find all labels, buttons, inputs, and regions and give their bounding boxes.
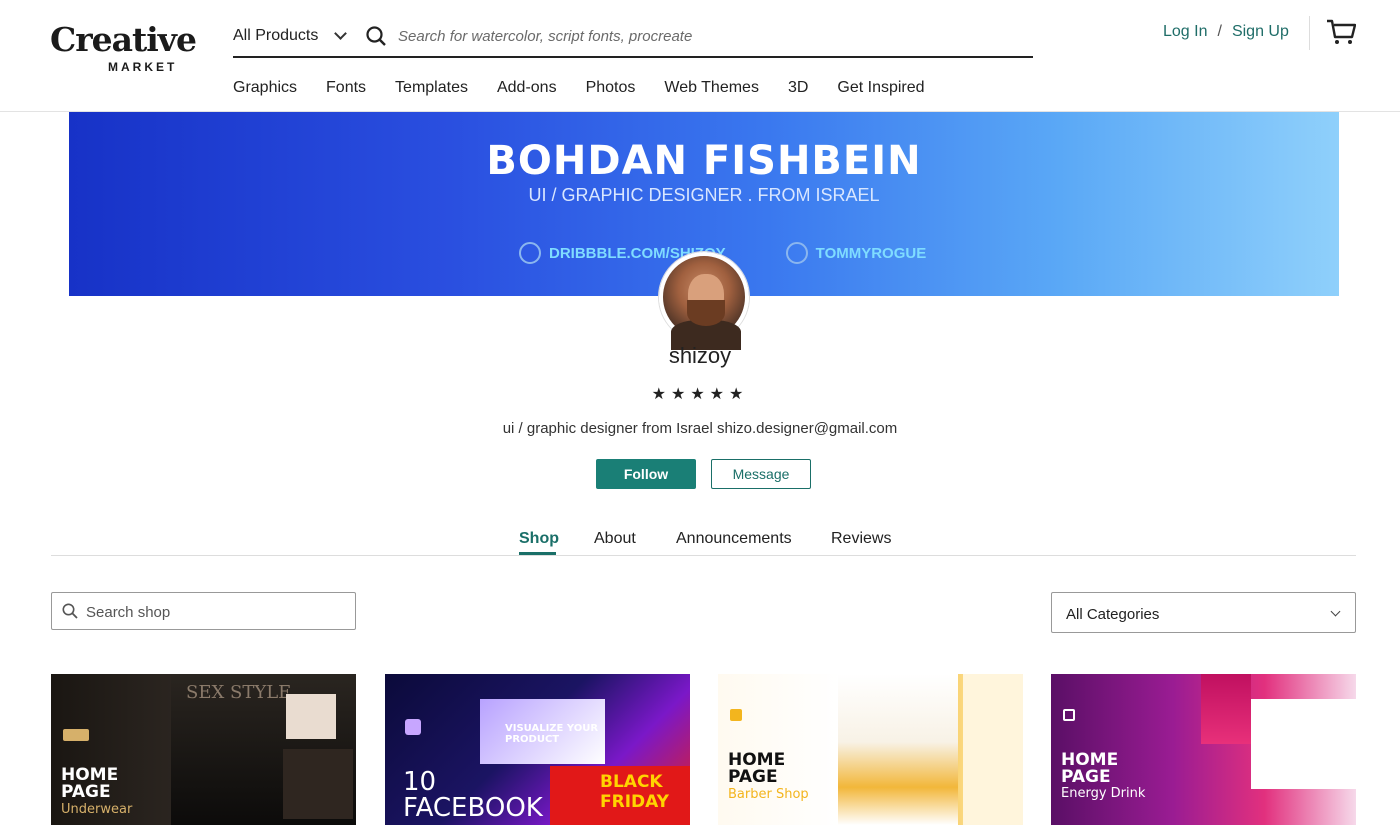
nav-item-templates[interactable]: Templates [395, 79, 468, 97]
global-search-input[interactable] [398, 24, 998, 48]
nav-item-3d[interactable]: 3D [788, 79, 808, 97]
nav-item-get-inspired[interactable]: Get Inspired [837, 79, 924, 97]
logo-wordmark: Creative [50, 20, 197, 59]
message-button[interactable]: Message [711, 459, 811, 489]
product-subtitle: Underwear [61, 802, 133, 817]
product-subtitle: Energy Drink [1061, 786, 1146, 801]
chevron-down-icon [1330, 606, 1341, 617]
product-subtitle: Barber Shop [728, 787, 809, 802]
product-card[interactable]: HOME PAGE Energy Drink [1051, 674, 1356, 825]
product-type-select[interactable]: All Products [233, 26, 348, 46]
banner-subtitle: UI / GRAPHIC DESIGNER . FROM ISRAEL [528, 185, 880, 205]
category-select[interactable]: All Categories [1051, 592, 1356, 633]
follow-button[interactable]: Follow [596, 459, 696, 489]
elementor-icon [730, 709, 742, 721]
search-icon [62, 603, 78, 619]
nav-item-photos[interactable]: Photos [586, 79, 636, 97]
product-card[interactable]: VISUALIZE YOUR PRODUCT 10 FACEBOOK BLACK … [385, 674, 690, 825]
nav-item-graphics[interactable]: Graphics [233, 79, 297, 97]
chevron-down-icon [334, 27, 348, 40]
global-search-bar: All Products [233, 14, 1033, 58]
elementor-photoshop-icon [63, 729, 89, 741]
auth-links: Log In / Sign Up [1163, 23, 1289, 41]
nav-item-web-themes[interactable]: Web Themes [664, 79, 759, 97]
elementor-icon [1063, 709, 1075, 721]
header-divider [1309, 16, 1310, 50]
category-nav: Graphics Fonts Templates Add-ons Photos … [233, 79, 954, 97]
auth-separator: / [1217, 23, 1222, 40]
banner-title: BOHDAN FISHBEIN [486, 138, 922, 184]
shop-search [51, 592, 356, 630]
creative-market-logo[interactable]: Creative MARKET [50, 20, 197, 76]
tab-announcements[interactable]: Announcements [676, 530, 792, 548]
avatar[interactable] [659, 252, 749, 350]
skype-icon [785, 242, 808, 264]
product-title: HOME PAGE [728, 750, 786, 787]
banner-skype: TOMMYROGUE [785, 242, 926, 264]
shop-search-input[interactable] [86, 601, 346, 623]
shop-tabs: Shop About Announcements Reviews [51, 528, 1356, 556]
product-deco-text: SEX STYLE [186, 682, 292, 703]
cart-icon[interactable] [1326, 18, 1356, 46]
facebook-icon [405, 719, 421, 735]
shop-username: shizoy [668, 343, 732, 368]
product-deco-text: VISUALIZE YOUR PRODUCT [505, 723, 599, 745]
product-type-label: All Products [233, 27, 319, 44]
tab-reviews[interactable]: Reviews [831, 530, 891, 548]
nav-item-fonts[interactable]: Fonts [326, 79, 366, 97]
active-tab-indicator [519, 552, 556, 555]
search-icon[interactable] [366, 26, 386, 46]
product-card[interactable]: SEX STYLE HOME PAGE Underwear [51, 674, 356, 825]
product-card[interactable]: HOME PAGE Barber Shop [718, 674, 1023, 825]
logo-subtext: MARKET [108, 60, 178, 74]
product-deco-text: BLACK FRIDAY [600, 772, 669, 812]
tab-about[interactable]: About [594, 530, 636, 548]
product-title: 10 FACEBOOK [403, 767, 543, 823]
product-title: HOME PAGE [1061, 750, 1119, 787]
category-select-value: All Categories [1066, 606, 1160, 623]
nav-item-add-ons[interactable]: Add-ons [497, 79, 557, 97]
rating-stars: ★★★★★ [651, 386, 749, 403]
shop-bio: ui / graphic designer from Israel shizo.… [502, 420, 898, 437]
login-link[interactable]: Log In [1163, 23, 1207, 41]
product-title: HOME PAGE [61, 765, 119, 802]
dribbble-icon [519, 242, 541, 264]
signup-link[interactable]: Sign Up [1232, 23, 1289, 41]
site-header: Creative MARKET All Products Graphics Fo… [0, 0, 1400, 112]
tab-shop[interactable]: Shop [519, 530, 559, 548]
